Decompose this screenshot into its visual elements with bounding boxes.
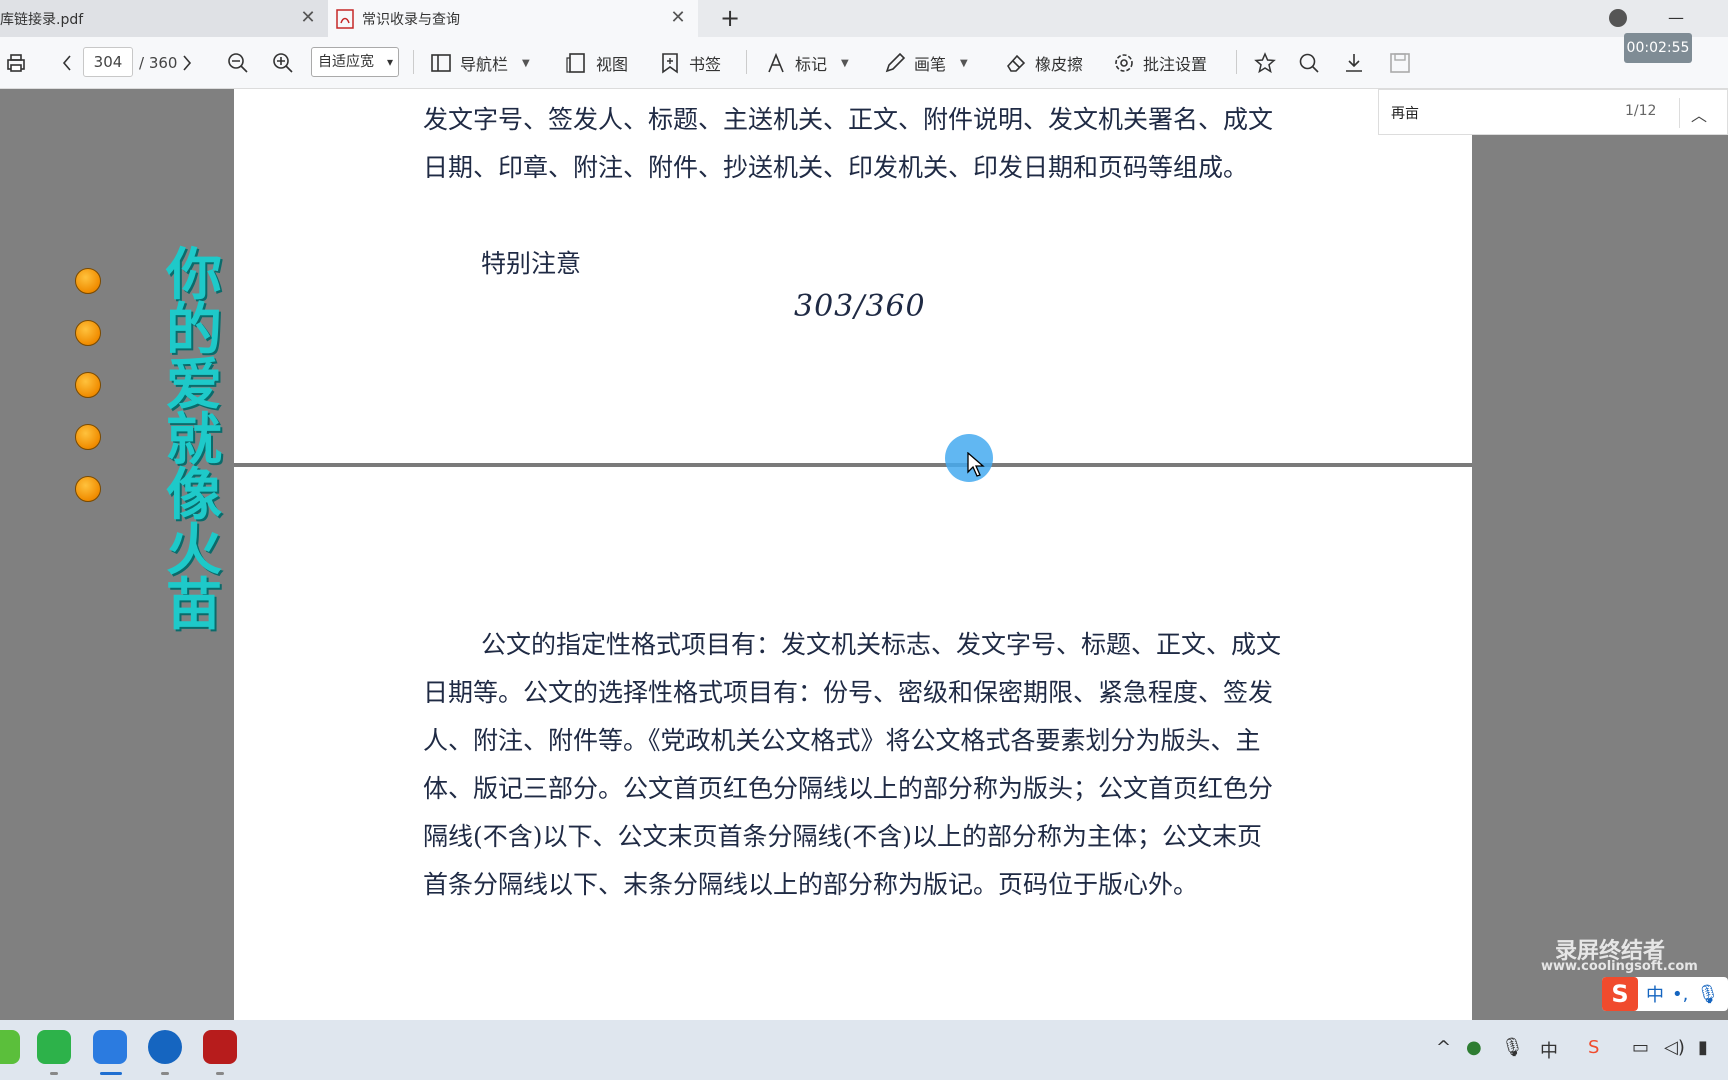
zoom-select[interactable]: 自适应宽 ▾ <box>311 47 399 77</box>
minimize-icon[interactable]: — <box>1664 8 1688 28</box>
view-label: 视图 <box>596 55 629 74</box>
highlight-icon <box>768 52 784 73</box>
search-match-count: 1/12 <box>1625 103 1657 119</box>
chevron-up-icon[interactable]: ︿ <box>1691 102 1707 126</box>
taskbar-indicator-active <box>100 1072 122 1075</box>
download-icon[interactable] <box>1343 37 1365 89</box>
pen-label: 画笔 <box>914 55 947 74</box>
tab-title: 库链接录.pdf <box>0 11 84 28</box>
annotation-settings-label: 批注设置 <box>1143 55 1208 74</box>
volume-icon[interactable]: ◁) <box>1664 1037 1685 1058</box>
decor-dot <box>75 476 101 502</box>
new-tab-icon[interactable]: + <box>718 6 742 30</box>
ime-language[interactable]: 中 <box>1646 981 1664 1007</box>
mark-label: 标记 <box>795 55 828 74</box>
toolbar-divider <box>1236 50 1237 74</box>
tab-bar: 库链接录.pdf ✕ 常识收录与查询 ✕ + — <box>0 0 1728 37</box>
taskbar: ^ ● 🎙 中 S ▭ ◁) ▮ <box>0 1020 1728 1080</box>
taskbar-indicator <box>161 1072 169 1075</box>
microphone-icon[interactable]: 🎙 <box>1501 1037 1524 1058</box>
recording-timer: 00:02:55 <box>1624 33 1692 63</box>
cursor-arrow-icon <box>967 452 985 477</box>
print-icon[interactable] <box>4 37 28 89</box>
search-icon[interactable] <box>1298 37 1320 89</box>
toolbar-divider <box>413 50 414 74</box>
app-icon[interactable] <box>0 1030 20 1064</box>
shield-icon[interactable] <box>1609 9 1627 27</box>
pdf-icon <box>336 8 354 29</box>
bookmark-label: 书签 <box>689 55 722 74</box>
browser-icon[interactable] <box>93 1030 127 1064</box>
page-paragraph: 发文字号、签发人、标题、主送机关、正文、附件说明、发文机关署名、成文日期、印章、… <box>423 105 1274 182</box>
tray-app-icon[interactable]: ● <box>1466 1037 1482 1058</box>
view-button[interactable]: 视图 <box>566 37 628 89</box>
search-input[interactable]: 再亩 <box>1391 103 1419 123</box>
pen-button[interactable]: 画笔 ▼ <box>884 37 968 89</box>
network-icon[interactable]: ▭ <box>1632 1037 1649 1058</box>
page-number-label: 303/360 <box>794 289 926 324</box>
zoom-in-icon[interactable] <box>271 37 295 89</box>
nav-panel-button[interactable]: 导航栏 ▼ <box>430 37 530 89</box>
chevron-down-icon[interactable]: ▼ <box>960 58 968 69</box>
eraser-icon <box>1007 54 1026 72</box>
gear-icon <box>1115 54 1133 72</box>
decor-dot <box>75 268 101 294</box>
ime-toolbar[interactable]: S 中 •, 🎙 <box>1602 977 1728 1011</box>
chevron-down-icon[interactable]: ▼ <box>841 58 849 69</box>
nav-panel-label: 导航栏 <box>460 55 509 74</box>
tab-document-2[interactable]: 常识收录与查询 ✕ <box>328 0 698 37</box>
pdf-page-303: 发文字号、签发人、标题、主送机关、正文、附件说明、发文机关署名、成文日期、印章、… <box>234 89 1472 464</box>
bookmark-icon <box>662 53 678 74</box>
decoration-vertical-text: 你的爱就像火苗 <box>166 242 222 638</box>
page-heading-note: 特别注意 <box>481 249 582 278</box>
divider <box>1679 98 1680 128</box>
wechat-icon[interactable] <box>37 1030 71 1064</box>
k-app-icon[interactable] <box>148 1030 182 1064</box>
watermark-url: www.coolingsoft.com <box>1541 959 1698 974</box>
prev-page-icon[interactable] <box>60 37 74 89</box>
ime-punctuation[interactable]: •, <box>1672 984 1688 1005</box>
find-bar: 再亩 1/12 ︿ <box>1378 89 1728 135</box>
pdf-page-304: 公文的指定性格式项目有：发文机关标志、发文字号、标题、正文、成文日期等。公文的选… <box>234 467 1472 1020</box>
zoom-out-icon[interactable] <box>226 37 250 89</box>
star-icon[interactable] <box>1254 37 1276 89</box>
toolbar: 导航栏 ▼ 视图 书签 标记 ▼ 画笔 ▼ 橡皮擦 批注设置 <box>0 37 1728 89</box>
tray-chevron-up-icon[interactable]: ^ <box>1436 1037 1451 1058</box>
toolbar-divider <box>746 50 747 74</box>
save-icon[interactable] <box>1389 37 1411 89</box>
recorder-app-icon[interactable] <box>203 1030 237 1064</box>
tab-title: 常识收录与查询 <box>362 11 460 28</box>
zoom-value: 自适应宽 <box>318 54 374 70</box>
eraser-label: 橡皮擦 <box>1035 55 1084 74</box>
page-paragraph: 公文的指定性格式项目有：发文机关标志、发文字号、标题、正文、成文日期等。公文的选… <box>423 630 1282 899</box>
taskbar-indicator <box>50 1072 58 1075</box>
tab-document-1[interactable]: 库链接录.pdf ✕ <box>0 0 328 37</box>
bookmark-button[interactable]: 书签 <box>659 37 721 89</box>
eraser-button[interactable]: 橡皮擦 <box>1005 37 1083 89</box>
decor-dot <box>75 424 101 450</box>
sogou-logo-icon: S <box>1602 977 1638 1011</box>
view-icon <box>566 53 585 73</box>
next-page-icon[interactable] <box>180 37 194 89</box>
taskbar-indicator <box>216 1072 224 1075</box>
decor-dot <box>75 320 101 346</box>
ime-mode-icon[interactable]: 中 <box>1540 1037 1558 1063</box>
close-icon[interactable]: ✕ <box>668 8 688 28</box>
annotation-settings-button[interactable]: 批注设置 <box>1113 37 1207 89</box>
chevron-down-icon[interactable]: ▼ <box>522 58 530 69</box>
mark-button[interactable]: 标记 ▼ <box>765 37 849 89</box>
microphone-icon[interactable]: 🎙 <box>1696 984 1719 1005</box>
decor-dot <box>75 372 101 398</box>
sogou-tray-icon[interactable]: S <box>1588 1037 1599 1058</box>
close-icon[interactable]: ✕ <box>298 8 318 28</box>
page-total: / 360 <box>139 54 178 72</box>
sidebar-icon <box>431 54 451 72</box>
page-number-input[interactable]: 304 <box>83 47 133 77</box>
chevron-down-icon: ▾ <box>386 55 393 69</box>
pen-icon <box>885 52 906 73</box>
battery-icon[interactable]: ▮ <box>1698 1037 1708 1058</box>
